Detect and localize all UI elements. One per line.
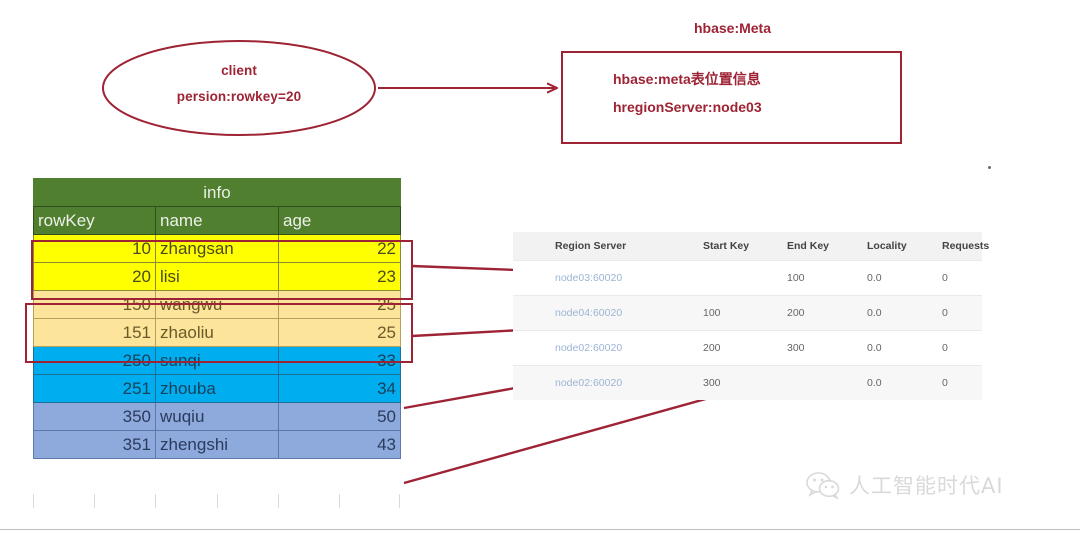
region-row: node02:60020 200 300 0.0 0 bbox=[513, 330, 982, 366]
cell-age: 43 bbox=[278, 430, 401, 459]
cell-age: 25 bbox=[278, 318, 401, 347]
region-server-link[interactable]: node04:60020 bbox=[555, 295, 703, 331]
header-rowkey: rowKey bbox=[33, 206, 156, 235]
cell-name: lisi bbox=[155, 262, 279, 291]
cell-age: 25 bbox=[278, 290, 401, 319]
cell-name: sunqi bbox=[155, 346, 279, 375]
client-title: client bbox=[221, 63, 257, 78]
region-end-key: 200 bbox=[787, 295, 867, 331]
table-group-header-row: info bbox=[33, 178, 401, 207]
person-table: info rowKey name age 10 zhangsan 22 20 l… bbox=[33, 178, 401, 459]
table-row: 150 wangwu 25 bbox=[33, 290, 401, 319]
region-locality: 0.0 bbox=[867, 295, 942, 331]
table-row: 351 zhengshi 43 bbox=[33, 430, 401, 459]
table-row: 151 zhaoliu 25 bbox=[33, 318, 401, 347]
table-row: 20 lisi 23 bbox=[33, 262, 401, 291]
region-row: node02:60020 300 0.0 0 bbox=[513, 365, 982, 400]
region-row-spacer bbox=[513, 330, 555, 366]
spreadsheet-grid-continuation bbox=[33, 494, 400, 508]
region-header-locality[interactable]: Locality bbox=[867, 232, 942, 261]
cell-rowkey: 150 bbox=[33, 290, 156, 319]
meta-box: hbase:meta表位置信息 hregionServer:node03 bbox=[561, 51, 902, 144]
region-locality: 0.0 bbox=[867, 365, 942, 400]
cell-age: 23 bbox=[278, 262, 401, 291]
cell-name: wuqiu bbox=[155, 402, 279, 431]
region-header-requests[interactable]: Requests bbox=[942, 232, 989, 261]
table-row: 250 sunqi 33 bbox=[33, 346, 401, 375]
cell-name: zhouba bbox=[155, 374, 279, 403]
region-end-key bbox=[787, 365, 867, 400]
region-server-link[interactable]: node02:60020 bbox=[555, 365, 703, 400]
region-header-server[interactable]: Region Server bbox=[555, 232, 703, 261]
cell-age: 34 bbox=[278, 374, 401, 403]
region-start-key: 100 bbox=[703, 295, 787, 331]
cell-rowkey: 20 bbox=[33, 262, 156, 291]
region-row-spacer bbox=[513, 365, 555, 400]
cell-name: wangwu bbox=[155, 290, 279, 319]
table-header-row: rowKey name age bbox=[33, 206, 401, 235]
region-end-key: 100 bbox=[787, 260, 867, 296]
stray-dot-mark bbox=[988, 166, 991, 169]
region-row: node03:60020 100 0.0 0 bbox=[513, 260, 982, 296]
cell-rowkey: 351 bbox=[33, 430, 156, 459]
region-requests: 0 bbox=[942, 365, 982, 400]
region-server-link[interactable]: node02:60020 bbox=[555, 330, 703, 366]
region-locality: 0.0 bbox=[867, 330, 942, 366]
column-family-info: info bbox=[33, 178, 401, 207]
cell-age: 50 bbox=[278, 402, 401, 431]
meta-title: hbase:Meta bbox=[693, 20, 772, 36]
region-row: node04:60020 100 200 0.0 0 bbox=[513, 295, 982, 331]
cell-rowkey: 151 bbox=[33, 318, 156, 347]
region-header-spacer bbox=[513, 232, 555, 261]
region-header-row: Region Server Start Key End Key Locality… bbox=[513, 232, 989, 261]
region-server-table: Region Server Start Key End Key Locality… bbox=[513, 232, 989, 400]
header-name: name bbox=[155, 206, 279, 235]
region-requests: 0 bbox=[942, 260, 982, 296]
region-header-start-key[interactable]: Start Key bbox=[703, 232, 787, 261]
bottom-divider bbox=[0, 529, 1080, 530]
cell-rowkey: 350 bbox=[33, 402, 156, 431]
diagram-canvas: client persion:rowkey=20 hbase:Meta hbas… bbox=[0, 0, 1080, 535]
cell-rowkey: 10 bbox=[33, 234, 156, 263]
header-age: age bbox=[278, 206, 401, 235]
cell-name: zhaoliu bbox=[155, 318, 279, 347]
table-row: 350 wuqiu 50 bbox=[33, 402, 401, 431]
client-rowkey-query: persion:rowkey=20 bbox=[176, 89, 302, 104]
wechat-icon bbox=[806, 471, 840, 499]
cell-name: zhengshi bbox=[155, 430, 279, 459]
cell-name: zhangsan bbox=[155, 234, 279, 263]
cell-age: 33 bbox=[278, 346, 401, 375]
region-locality: 0.0 bbox=[867, 260, 942, 296]
region-row-spacer bbox=[513, 260, 555, 296]
table-row: 251 zhouba 34 bbox=[33, 374, 401, 403]
region-server-link[interactable]: node03:60020 bbox=[555, 260, 703, 296]
region-requests: 0 bbox=[942, 330, 982, 366]
region-requests: 0 bbox=[942, 295, 982, 331]
region-start-key bbox=[703, 260, 787, 296]
region-end-key: 300 bbox=[787, 330, 867, 366]
watermark: 人工智能时代AI bbox=[806, 470, 1004, 500]
region-start-key: 200 bbox=[703, 330, 787, 366]
watermark-text: 人工智能时代AI bbox=[849, 474, 1004, 498]
region-start-key: 300 bbox=[703, 365, 787, 400]
region-header-end-key[interactable]: End Key bbox=[787, 232, 867, 261]
meta-regionserver-info: hregionServer:node03 bbox=[613, 99, 762, 115]
cell-rowkey: 251 bbox=[33, 374, 156, 403]
cell-rowkey: 250 bbox=[33, 346, 156, 375]
meta-location-info: hbase:meta表位置信息 bbox=[613, 71, 761, 87]
table-row: 10 zhangsan 22 bbox=[33, 234, 401, 263]
region-row-spacer bbox=[513, 295, 555, 331]
client-label: client persion:rowkey=20 bbox=[103, 58, 375, 110]
cell-age: 22 bbox=[278, 234, 401, 263]
